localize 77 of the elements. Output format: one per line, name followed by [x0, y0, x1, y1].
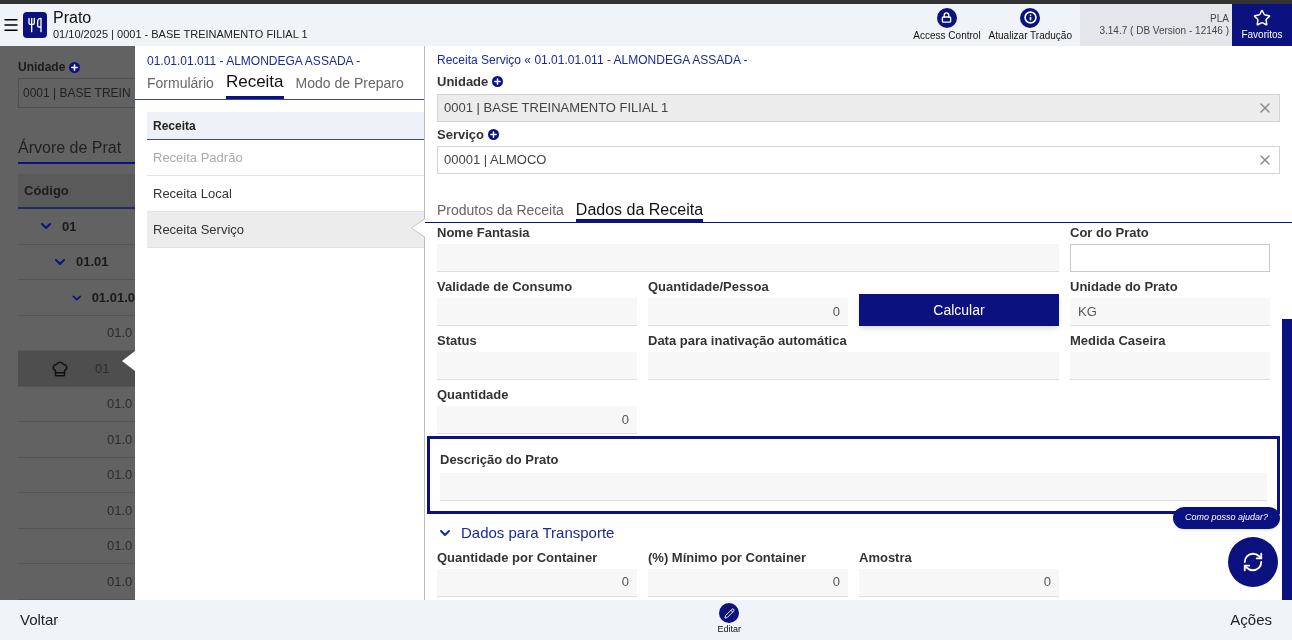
input-field[interactable]: KG	[1070, 298, 1270, 326]
field-value: 0	[621, 410, 629, 429]
field-label: (%) Mínimo por Container	[648, 548, 808, 567]
input-field[interactable]	[1070, 352, 1270, 380]
field-label: Unidade	[437, 72, 1280, 92]
help-bubble[interactable]: Como posso ajudar?	[1172, 507, 1280, 529]
breadcrumb: Receita Serviço « 01.01.01.011 - ALMONDEGA ASSADA -	[437, 52, 749, 69]
field-label: Quantidade por Container	[437, 548, 599, 567]
field-value: 0	[832, 573, 840, 592]
favorites-button[interactable]: Favoritos	[1232, 4, 1292, 46]
column-header: Código	[18, 173, 135, 210]
field-label: Data para inativação automática	[648, 332, 848, 350]
info-icon	[1020, 7, 1041, 28]
field-value: 0001 | BASE TREINAMENTO FILIAL 1	[444, 98, 669, 117]
assistant-button[interactable]	[1228, 537, 1278, 587]
tab[interactable]: Dados da Receita	[575, 201, 704, 222]
utensils-icon	[23, 12, 47, 38]
field-label: Medida Caseira	[1070, 332, 1167, 350]
actions-button[interactable]: Ações	[1230, 608, 1272, 632]
scrollbar-thumb[interactable]	[1282, 319, 1292, 600]
lock-icon	[937, 7, 957, 28]
chef-hat-icon	[51, 359, 69, 378]
input-field[interactable]: 0	[437, 406, 637, 434]
back-button[interactable]: Voltar	[20, 608, 59, 632]
field-value: 0	[621, 573, 629, 592]
sync-icon	[1242, 551, 1264, 573]
input-field[interactable]	[437, 244, 1059, 272]
recipe-type-item[interactable]: Receita Serviço	[147, 212, 424, 248]
section-toggle[interactable]: Dados para Transporte	[437, 522, 615, 545]
access-control-button[interactable]: Access Control	[911, 7, 983, 43]
field-label: Cor do Prato	[1070, 224, 1150, 242]
input-field[interactable]: 0	[648, 298, 848, 326]
translate-button[interactable]: Atualizar Tradução	[986, 7, 1074, 43]
field-label: Unidade do Prato	[1070, 278, 1179, 296]
field-label: Quantidade	[437, 386, 510, 404]
field-label: Validade de Consumo	[437, 278, 574, 296]
lookup-field[interactable]: 00001 | ALMOCO	[437, 146, 1280, 174]
input-field[interactable]	[440, 473, 1267, 501]
tree-code: 01	[62, 217, 77, 236]
plus-icon[interactable]	[488, 128, 499, 140]
tree-code: 01.01.0	[91, 288, 135, 307]
color-field[interactable]	[1070, 244, 1270, 272]
field-label: Quantidade/Pessoa	[648, 278, 770, 296]
field-value: 0	[1043, 573, 1051, 592]
input-field[interactable]: 0	[437, 568, 637, 597]
field-value: 0	[832, 302, 840, 321]
version-text: PLA	[1210, 12, 1229, 25]
input-field[interactable]	[648, 352, 1059, 380]
tab[interactable]: Receita	[225, 68, 284, 99]
list-header: Receita	[147, 112, 424, 140]
pencil-icon	[719, 603, 740, 624]
input-field[interactable]	[437, 352, 637, 380]
field-label: Serviço	[437, 124, 1280, 144]
page-title: Prato	[53, 8, 93, 29]
page-subtitle: 01/10/2025 | 0001 - BASE TREINAMENTO FILIAL 1	[53, 28, 308, 42]
calculate-button[interactable]: Calcular	[859, 294, 1059, 326]
input-field[interactable]: 0	[648, 568, 848, 597]
field-label: Descrição do Prato	[440, 452, 559, 467]
plus-icon[interactable]	[69, 61, 81, 73]
input-field[interactable]	[437, 298, 637, 326]
version-text: 3.14.7 ( DB Version - 12146 )	[1099, 25, 1229, 38]
field-label: Amostra	[859, 548, 913, 567]
input-field[interactable]: 0	[859, 568, 1059, 597]
field-value: KG	[1078, 302, 1097, 321]
tab[interactable]: Produtos da Receita	[437, 201, 564, 222]
field-label: Unidade	[18, 58, 135, 76]
edit-button[interactable]: Editar	[717, 603, 742, 637]
tab[interactable]: Formulário	[147, 73, 214, 99]
tab[interactable]: Modo de Preparo	[295, 73, 404, 99]
field-label: Status	[437, 332, 478, 350]
breadcrumb: 01.01.01.011 - ALMONDEGA ASSADA -	[147, 53, 362, 70]
star-icon	[1253, 8, 1271, 27]
field-label: Nome Fantasia	[437, 224, 531, 242]
plus-icon[interactable]	[492, 76, 504, 88]
menu-icon[interactable]	[2, 16, 20, 34]
tree-code: 01.01	[76, 253, 109, 272]
field-value: 00001 | ALMOCO	[444, 151, 547, 170]
